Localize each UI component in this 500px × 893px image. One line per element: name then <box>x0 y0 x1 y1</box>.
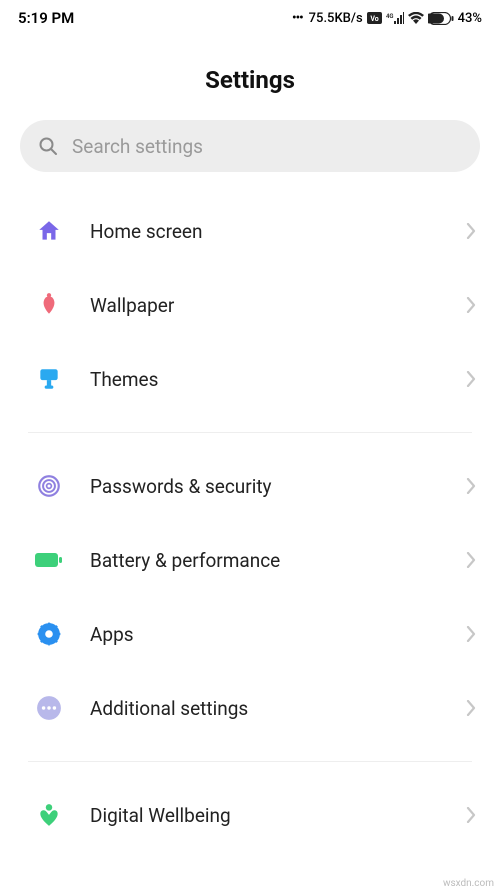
settings-group-1: Home screen Wallpaper Themes <box>0 194 500 416</box>
header: Settings <box>0 36 500 120</box>
fingerprint-icon <box>36 473 62 499</box>
divider <box>28 432 472 433</box>
battery-status-icon <box>428 12 454 25</box>
list-item-passwords-security[interactable]: Passwords & security <box>0 449 500 523</box>
list-item-digital-wellbeing[interactable]: Digital Wellbeing <box>0 778 500 852</box>
chevron-right-icon <box>466 552 476 568</box>
search-input[interactable]: Search settings <box>20 120 480 172</box>
status-time: 5:19 PM <box>18 9 74 27</box>
wifi-icon <box>408 12 424 24</box>
network-speed: 75.5KB/s <box>309 11 363 26</box>
item-label: Passwords & security <box>90 475 440 498</box>
chevron-right-icon <box>466 626 476 642</box>
item-label: Additional settings <box>90 697 440 720</box>
list-item-wallpaper[interactable]: Wallpaper <box>0 268 500 342</box>
status-indicators: 75.5KB/s Vo 4G 43% <box>292 11 482 26</box>
status-bar: 5:19 PM 75.5KB/s Vo 4G 43% <box>0 0 500 36</box>
home-icon <box>36 218 62 244</box>
list-item-battery-performance[interactable]: Battery & performance <box>0 523 500 597</box>
chevron-right-icon <box>466 297 476 313</box>
settings-group-2: Passwords & security Battery & performan… <box>0 449 500 745</box>
item-label: Apps <box>90 623 440 646</box>
more-indicator-icon <box>292 11 305 26</box>
apps-icon <box>36 621 62 647</box>
signal-4g-icon: 4G <box>386 12 404 24</box>
chevron-right-icon <box>466 700 476 716</box>
wellbeing-icon <box>36 802 62 828</box>
settings-group-3: Digital Wellbeing <box>0 778 500 852</box>
svg-text:4G: 4G <box>386 13 394 20</box>
battery-icon <box>35 552 63 568</box>
search-placeholder: Search settings <box>72 135 203 158</box>
list-item-apps[interactable]: Apps <box>0 597 500 671</box>
chevron-right-icon <box>466 478 476 494</box>
list-item-home-screen[interactable]: Home screen <box>0 194 500 268</box>
chevron-right-icon <box>466 807 476 823</box>
additional-icon <box>36 695 62 721</box>
watermark: wsxdn.com <box>443 878 494 889</box>
themes-icon <box>36 366 62 392</box>
list-item-themes[interactable]: Themes <box>0 342 500 416</box>
item-label: Battery & performance <box>90 549 440 572</box>
item-label: Wallpaper <box>90 294 440 317</box>
page-title: Settings <box>0 66 500 94</box>
wallpaper-icon <box>36 292 62 318</box>
chevron-right-icon <box>466 223 476 239</box>
divider <box>28 761 472 762</box>
list-item-additional-settings[interactable]: Additional settings <box>0 671 500 745</box>
item-label: Digital Wellbeing <box>90 804 440 827</box>
search-icon <box>38 136 58 156</box>
volte-icon: Vo <box>367 12 382 24</box>
battery-percent: 43% <box>458 11 482 26</box>
item-label: Themes <box>90 368 440 391</box>
svg-text:Vo: Vo <box>370 15 378 23</box>
item-label: Home screen <box>90 220 440 243</box>
chevron-right-icon <box>466 371 476 387</box>
